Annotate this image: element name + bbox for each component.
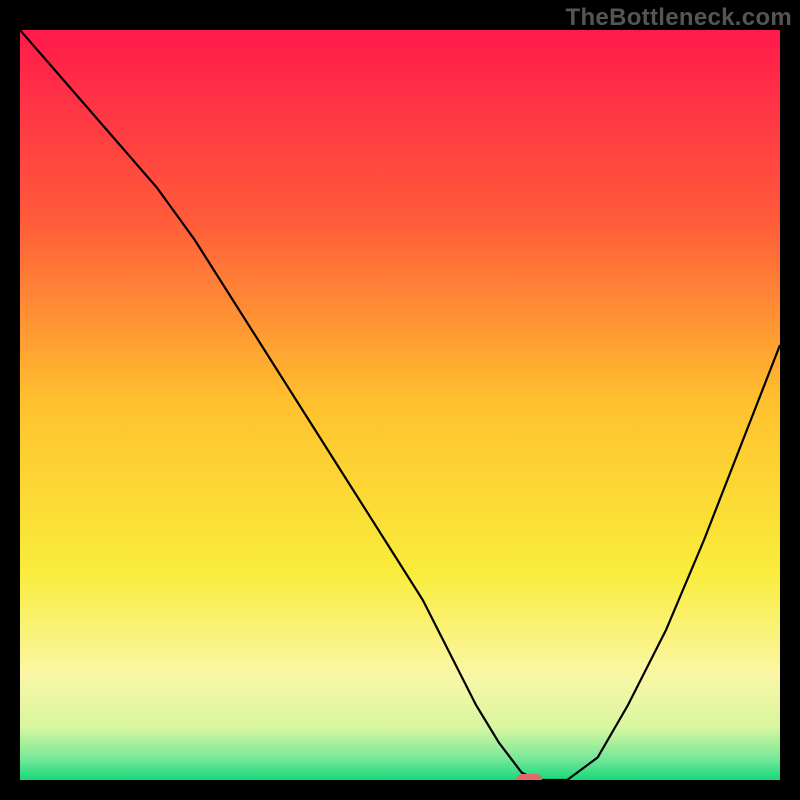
optimal-marker <box>516 774 542 780</box>
gradient-background <box>20 30 780 780</box>
plot-area <box>20 30 780 780</box>
chart-frame: TheBottleneck.com <box>0 0 800 800</box>
watermark-text: TheBottleneck.com <box>566 4 792 32</box>
chart-svg <box>20 30 780 780</box>
